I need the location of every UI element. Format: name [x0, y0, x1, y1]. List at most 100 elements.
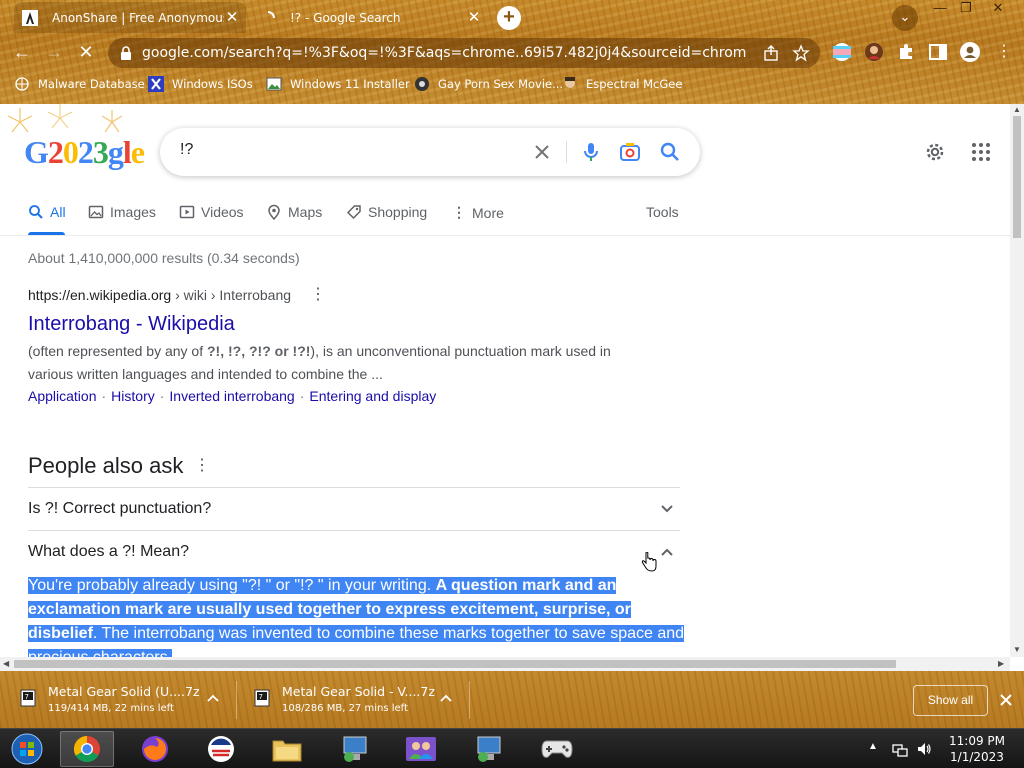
- video-play-icon: [179, 205, 195, 219]
- taskbar-program-1[interactable]: [328, 731, 382, 767]
- bookmark-star-icon[interactable]: [792, 44, 810, 62]
- stop-loading-icon[interactable]: ✕: [74, 40, 98, 64]
- tab-close-icon[interactable]: ✕: [224, 9, 240, 25]
- paa-question[interactable]: Is ?! Correct punctuation?: [28, 487, 680, 530]
- tools-button[interactable]: Tools: [646, 204, 679, 220]
- taskbar-chrome[interactable]: [60, 731, 114, 767]
- tab-anonshare[interactable]: AnonShare | Free Anonymous File Hosting …: [14, 2, 246, 33]
- back-icon[interactable]: ←: [10, 40, 34, 64]
- scroll-left-icon[interactable]: ◀: [3, 659, 9, 668]
- start-button[interactable]: [0, 731, 54, 767]
- tab-all[interactable]: All: [28, 204, 66, 220]
- tab-label: Images: [110, 204, 156, 220]
- side-panel-icon[interactable]: [928, 42, 948, 62]
- share-icon[interactable]: [762, 44, 780, 62]
- paa-options-icon[interactable]: ⋮: [194, 454, 210, 478]
- tab-label: Videos: [201, 204, 244, 220]
- bookmark-espectral-mcgee[interactable]: Espectral McGee: [562, 75, 682, 93]
- image-icon: [88, 205, 104, 219]
- tab-shopping[interactable]: Shopping: [346, 204, 427, 220]
- tab-more[interactable]: ⋮ More: [452, 204, 504, 221]
- download-item[interactable]: 7 Metal Gear Solid (U....7z 119/414 MB, …: [20, 679, 230, 719]
- taskbar-program-3[interactable]: [462, 731, 516, 767]
- result-url[interactable]: https://en.wikipedia.org › wiki › Interr…: [28, 287, 291, 303]
- tab-videos[interactable]: Videos: [179, 204, 244, 220]
- search-box[interactable]: !?: [160, 128, 700, 176]
- horizontal-scrollbar[interactable]: ◀ ▶: [0, 657, 1010, 671]
- bookmark-windows-11-installer[interactable]: Windows 11 Installer: [266, 75, 410, 93]
- bookmark-image-icon: [266, 77, 282, 91]
- svg-text:7: 7: [259, 693, 263, 701]
- snippet-text: (often represented by any of: [28, 343, 207, 359]
- taskbar-program-2[interactable]: [394, 731, 448, 767]
- browser-frame: AnonShare | Free Anonymous File Hosting …: [0, 0, 1024, 104]
- tab-google-search[interactable]: !? - Google Search ✕: [252, 2, 488, 33]
- system-clock[interactable]: 11:09 PM 1/1/2023: [946, 733, 1008, 765]
- chevron-up-icon[interactable]: [439, 691, 453, 705]
- divider: [236, 681, 237, 719]
- taskbar-file-explorer[interactable]: [260, 731, 314, 767]
- sitelink-inverted-interrobang[interactable]: Inverted interrobang: [169, 388, 294, 404]
- minimize-icon[interactable]: —: [926, 0, 954, 18]
- extension-flag-icon[interactable]: [832, 42, 852, 62]
- bookmark-malware-database[interactable]: Malware Database: [14, 75, 145, 93]
- search-tabs: All Images Videos Maps Shopping ⋮ More T…: [0, 192, 1010, 236]
- tab-close-icon[interactable]: ✕: [466, 9, 482, 25]
- tab-search-chevron-icon[interactable]: ⌄: [892, 5, 918, 31]
- horizontal-scroll-thumb[interactable]: [14, 660, 896, 668]
- new-tab-button[interactable]: +: [497, 6, 521, 30]
- sitelink-application[interactable]: Application: [28, 388, 97, 404]
- sitelink-entering-and-display[interactable]: Entering and display: [309, 388, 436, 404]
- vertical-scrollbar[interactable]: ▲ ▼: [1010, 104, 1024, 657]
- voice-search-icon[interactable]: [579, 140, 603, 164]
- bookmark-windows-isos[interactable]: Windows ISOs: [148, 75, 253, 93]
- extensions-puzzle-icon[interactable]: [896, 42, 916, 62]
- address-bar[interactable]: google.com/search?q=!%3F&oq=!%3F&aqs=chr…: [108, 38, 820, 68]
- vertical-scroll-thumb[interactable]: [1013, 116, 1021, 238]
- search-icon[interactable]: [658, 140, 682, 164]
- result-title-link[interactable]: Interrobang - Wikipedia: [28, 313, 235, 336]
- chrome-menu-icon[interactable]: ⋮: [992, 40, 1016, 64]
- show-all-downloads-button[interactable]: Show all: [913, 685, 988, 716]
- clear-search-icon[interactable]: [530, 140, 554, 164]
- tab-images[interactable]: Images: [88, 204, 156, 220]
- divider: [469, 681, 470, 719]
- window-close-icon[interactable]: ✕: [984, 0, 1012, 18]
- windows-taskbar: ▲ 11:09 PM 1/1/2023: [0, 728, 1024, 768]
- google-apps-grid-icon[interactable]: [969, 140, 993, 164]
- image-search-camera-icon[interactable]: [618, 140, 642, 164]
- taskbar-firefox[interactable]: [128, 731, 182, 767]
- extension-avatar-icon[interactable]: [864, 42, 884, 62]
- taskbar-game-controller[interactable]: [530, 731, 584, 767]
- google-doodle-logo[interactable]: G2023gle: [24, 134, 145, 171]
- shopping-tag-icon: [346, 205, 361, 220]
- download-item[interactable]: 7 Metal Gear Solid - V....7z 108/286 MB,…: [254, 679, 464, 719]
- settings-gear-icon[interactable]: [923, 140, 947, 164]
- computer-program-icon: [343, 736, 367, 762]
- bookmark-globe-icon: [15, 77, 29, 91]
- forward-icon[interactable]: →: [42, 40, 66, 64]
- restore-icon[interactable]: ❐: [952, 0, 980, 18]
- search-input[interactable]: !?: [180, 141, 193, 159]
- answer-text: You're probably already using "?! " or "…: [28, 577, 436, 594]
- scroll-down-icon[interactable]: ▼: [1013, 645, 1021, 654]
- scroll-up-icon[interactable]: ▲: [1013, 105, 1021, 114]
- volume-icon[interactable]: [916, 741, 932, 757]
- people-also-ask-heading: People also ask: [28, 453, 184, 478]
- bookmark-movie[interactable]: Gay Porn Sex Movie...: [414, 75, 563, 93]
- close-downloads-icon[interactable]: [997, 691, 1015, 709]
- taskbar-logo-app[interactable]: [194, 731, 248, 767]
- network-icon[interactable]: [892, 741, 908, 757]
- show-hidden-icons-chevron-icon[interactable]: ▲: [868, 741, 884, 757]
- url-text[interactable]: google.com/search?q=!%3F&oq=!%3F&aqs=chr…: [142, 45, 746, 61]
- scroll-right-icon[interactable]: ▶: [998, 659, 1004, 668]
- sitelink-history[interactable]: History: [111, 388, 155, 404]
- chevron-up-icon[interactable]: [206, 691, 220, 705]
- paa-question-expanded[interactable]: What does a ?! Mean?: [28, 530, 680, 573]
- profile-icon[interactable]: [960, 42, 980, 62]
- archive-file-icon: 7: [20, 689, 36, 707]
- archive-file-icon: 7: [254, 689, 270, 707]
- result-site: https://en.wikipedia.org: [28, 287, 172, 303]
- result-options-icon[interactable]: ⋮: [310, 285, 326, 305]
- tab-maps[interactable]: Maps: [266, 204, 322, 220]
